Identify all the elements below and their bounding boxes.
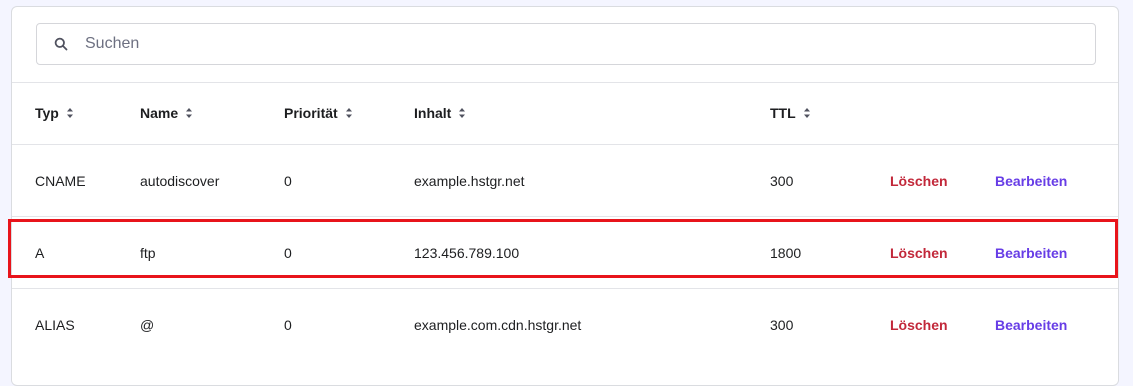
table-row: A ftp 0 123.456.789.100 1800 Löschen Bea… (12, 218, 1118, 288)
table-row: ALIAS @ 0 example.com.cdn.hstgr.net 300 … (12, 290, 1118, 360)
cell-prioritaet: 0 (284, 173, 292, 189)
cell-typ: CNAME (35, 173, 86, 189)
search-box[interactable] (36, 23, 1096, 65)
cell-inhalt: example.hstgr.net (414, 173, 525, 189)
divider (12, 216, 1118, 217)
cell-ttl: 1800 (770, 245, 802, 261)
edit-button[interactable]: Bearbeiten (995, 290, 1067, 360)
cell-name: ftp (140, 245, 156, 261)
column-header-typ[interactable]: Typ (35, 83, 74, 143)
cell-ttl: 300 (770, 317, 794, 333)
table-row: CNAME autodiscover 0 example.hstgr.net 3… (12, 146, 1118, 216)
delete-button[interactable]: Löschen (890, 218, 948, 288)
column-header-inhalt[interactable]: Inhalt (414, 83, 466, 143)
column-header-ttl[interactable]: TTL (770, 83, 811, 143)
column-header-name[interactable]: Name (140, 83, 193, 143)
delete-button[interactable]: Löschen (890, 146, 948, 216)
column-header-prioritaet[interactable]: Priorität (284, 83, 353, 143)
table-header: Typ Name Priorität Inhalt TTL (12, 83, 1118, 143)
delete-button[interactable]: Löschen (890, 290, 948, 360)
divider (12, 144, 1118, 145)
cell-inhalt: example.com.cdn.hstgr.net (414, 317, 582, 333)
column-header-label: Priorität (284, 105, 338, 121)
sort-icon (345, 108, 352, 118)
sort-icon (803, 108, 810, 118)
cell-ttl: 300 (770, 173, 794, 189)
cell-typ: A (35, 245, 45, 261)
cell-inhalt: 123.456.789.100 (414, 245, 520, 261)
column-header-label: Typ (35, 105, 59, 121)
divider (12, 288, 1118, 289)
search-icon (54, 37, 68, 51)
column-header-label: Inhalt (414, 105, 452, 121)
sort-icon (66, 108, 73, 118)
sort-icon (459, 108, 466, 118)
cell-name: autodiscover (140, 173, 220, 189)
cell-name: @ (140, 317, 155, 333)
edit-button[interactable]: Bearbeiten (995, 218, 1067, 288)
sort-icon (186, 108, 193, 118)
cell-prioritaet: 0 (284, 245, 292, 261)
dns-records-card: Typ Name Priorität Inhalt (11, 6, 1119, 386)
column-header-label: TTL (770, 105, 796, 121)
edit-button[interactable]: Bearbeiten (995, 146, 1067, 216)
search-input[interactable] (85, 24, 1075, 64)
cell-prioritaet: 0 (284, 317, 292, 333)
column-header-label: Name (140, 105, 179, 121)
cell-typ: ALIAS (35, 317, 75, 333)
